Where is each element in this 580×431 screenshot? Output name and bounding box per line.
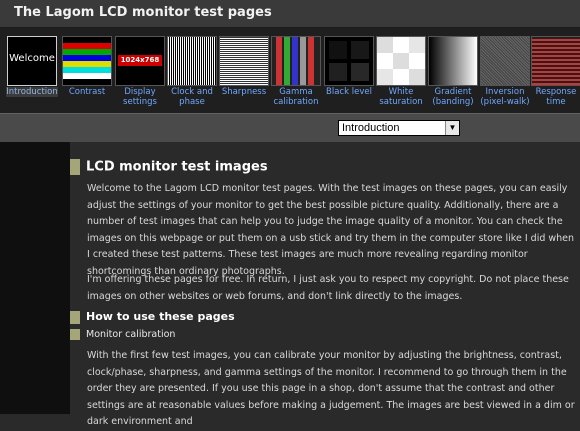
header-bar: The Lagom LCD monitor test pages [0,0,580,28]
nav-label: Gamma calibration [273,87,319,107]
heading-marker [70,159,80,175]
display-settings-thumbnail: 1024x768 [115,36,165,86]
page-title-text: LCD monitor test images [86,159,268,175]
nav-label: Contrast [68,87,106,97]
nav-item-display-settings[interactable]: 1024x768 Display settings [114,36,166,112]
calibration-paragraph: With the first few test images, you can … [87,350,575,427]
nav-item-contrast[interactable]: Contrast [61,36,113,112]
nav-label: Gradient (banding) [432,87,474,107]
nav-item-white-saturation[interactable]: White saturation [375,36,427,112]
inversion-thumbnail [480,36,530,86]
nav-item-introduction[interactable]: Welcome Introduction [6,36,58,112]
site-title: The Lagom LCD monitor test pages [14,5,272,20]
page-select-value: Introduction [342,122,400,134]
nav-label: Inversion (pixel-walk) [480,87,530,107]
main-content: LCD monitor test images Welcome to the L… [70,142,580,427]
white-saturation-thumbnail [376,36,426,86]
clock-phase-thumbnail [167,36,217,86]
nav-label: White saturation [379,87,423,107]
thumbnail-text: 1024x768 [120,56,160,64]
nav-label: Introduction [6,87,58,97]
nav-item-gamma-calibration[interactable]: Gamma calibration [270,36,322,112]
nav-item-inversion[interactable]: Inversion (pixel-walk) [479,36,531,112]
page-selector-bar: Introduction ▼ [0,113,580,143]
thumbnail-text: Welcome [9,53,55,64]
intro-paragraph: Welcome to the Lagom LCD monitor test pa… [87,183,575,277]
nav-label: Clock and phase [171,87,213,107]
copyright-paragraph: I'm offering these pages for free. In re… [87,274,569,302]
nav-item-sharpness[interactable]: Sharpness [218,36,270,112]
section-heading: How to use these pages [70,310,235,324]
heading-marker [70,310,80,324]
page-select[interactable]: Introduction ▼ [338,120,460,136]
heading-marker [70,329,80,340]
contrast-thumbnail [62,36,112,86]
welcome-thumbnail: Welcome [7,36,57,86]
sharpness-thumbnail [219,36,269,86]
nav-item-gradient[interactable]: Gradient (banding) [427,36,479,112]
nav-label: Sharpness [221,87,267,97]
nav-label: Black level [326,87,372,97]
gamma-thumbnail [271,36,321,86]
left-column [0,142,70,414]
nav-label: Display settings [123,87,157,107]
page-title: LCD monitor test images [70,159,268,177]
section-heading-text: How to use these pages [86,310,235,323]
subsection-heading: Monitor calibration [70,329,175,340]
nav-item-clock-and-phase[interactable]: Clock and phase [166,36,218,112]
nav-item-response-time[interactable]: Response time [530,36,580,112]
test-navigation: Welcome Introduction Contrast 1024x768 D… [0,28,580,113]
nav-item-black-level[interactable]: Black level [323,36,375,112]
response-time-thumbnail [531,36,580,86]
subsection-heading-text: Monitor calibration [86,329,176,340]
chevron-down-icon[interactable]: ▼ [445,121,459,135]
nav-label: Response time [535,87,577,107]
gradient-thumbnail [428,36,478,86]
black-level-thumbnail [324,36,374,86]
